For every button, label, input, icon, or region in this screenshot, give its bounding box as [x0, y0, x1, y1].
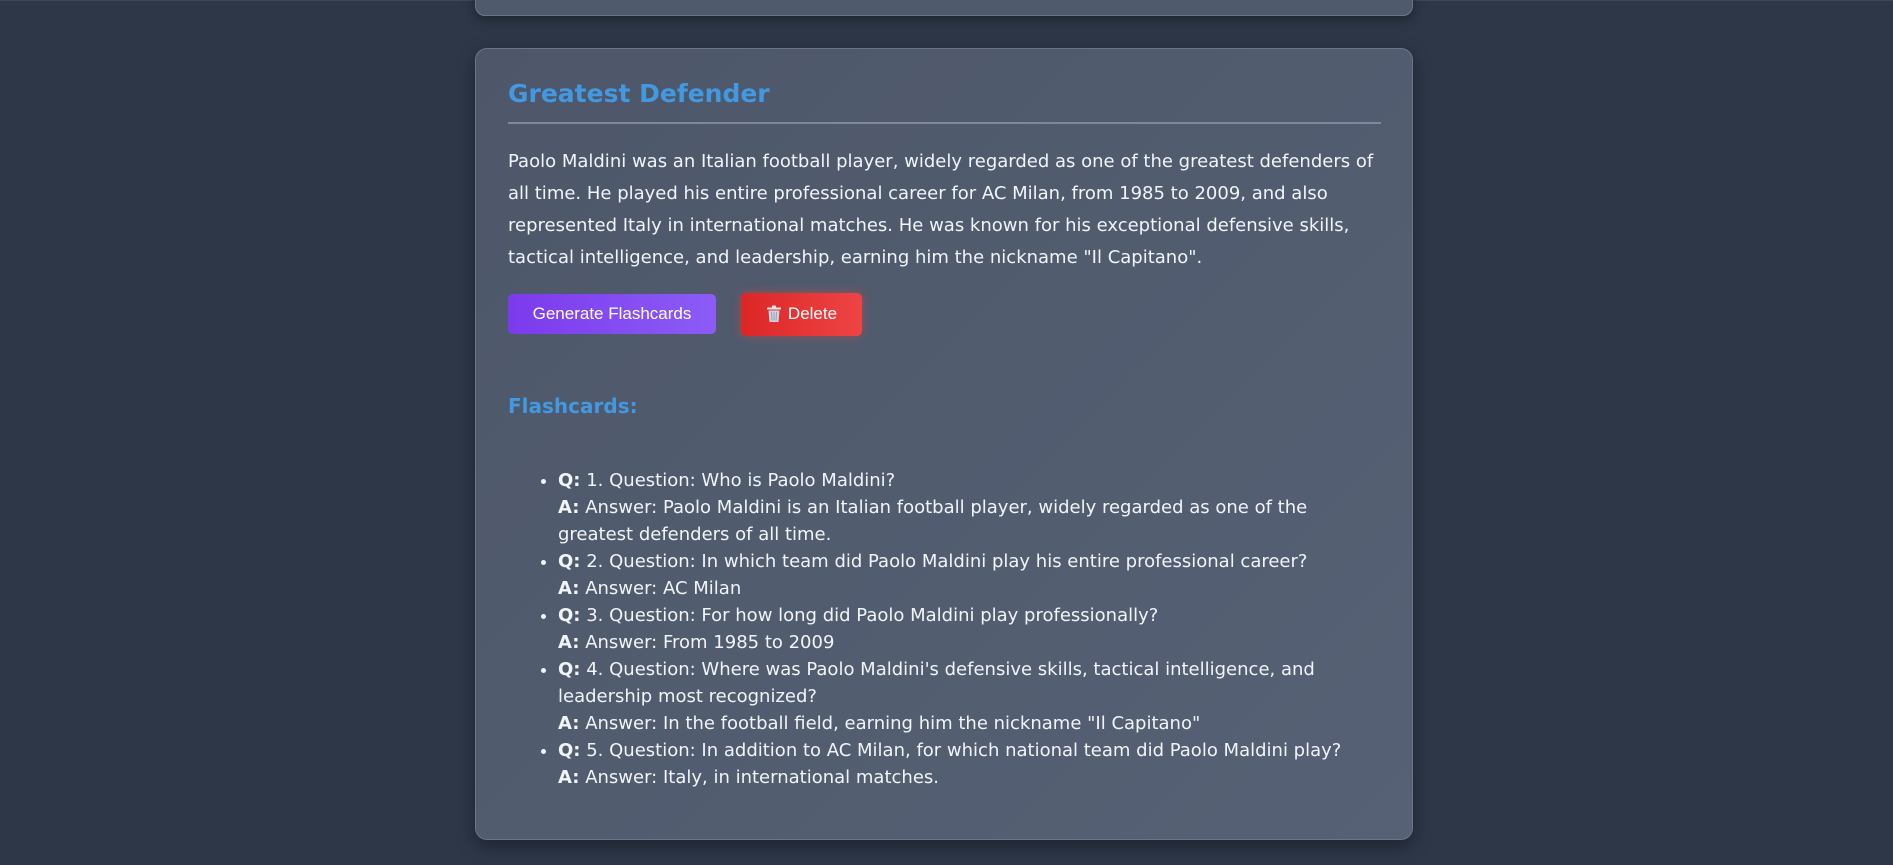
page: Greatest Defender Paolo Maldini was an I… — [0, 0, 1893, 865]
note-card: Greatest Defender Paolo Maldini was an I… — [475, 48, 1413, 840]
flashcard-item: Q: 3. Question: For how long did Paolo M… — [558, 602, 1381, 656]
delete-button[interactable]: Delete — [741, 292, 862, 336]
answer-label: A: — [558, 578, 580, 599]
generate-flashcards-label: Generate Flashcards — [532, 304, 692, 323]
question-label: Q: — [558, 740, 581, 761]
flashcard-question: 4. Question: Where was Paolo Maldini's d… — [558, 659, 1315, 707]
previous-note-card — [475, 0, 1413, 16]
delete-label: Delete — [787, 304, 838, 323]
flashcard-question: 5. Question: In addition to AC Milan, fo… — [586, 740, 1342, 761]
question-label: Q: — [558, 551, 581, 572]
flashcard-question: 2. Question: In which team did Paolo Mal… — [586, 551, 1308, 572]
generate-flashcards-button[interactable]: Generate Flashcards — [508, 294, 716, 334]
flashcard-question: 3. Question: For how long did Paolo Mald… — [586, 605, 1159, 626]
flashcard-item: Q: 2. Question: In which team did Paolo … — [558, 548, 1381, 602]
flashcard-answer: Answer: Paolo Maldini is an Italian foot… — [558, 497, 1308, 545]
question-label: Q: — [558, 605, 581, 626]
note-title: Greatest Defender — [508, 77, 1381, 124]
question-label: Q: — [558, 659, 581, 680]
flashcard-question: 1. Question: Who is Paolo Maldini? — [586, 470, 896, 491]
flashcard-item: Q: 5. Question: In addition to AC Milan,… — [558, 737, 1381, 791]
trash-icon — [766, 305, 781, 322]
flashcard-answer: Answer: In the football field, earning h… — [585, 713, 1201, 734]
flashcards-heading: Flashcards: — [508, 394, 638, 418]
answer-label: A: — [558, 713, 580, 734]
flashcard-answer: Answer: Italy, in international matches. — [585, 767, 939, 788]
question-label: Q: — [558, 470, 581, 491]
flashcard-list: Q: 1. Question: Who is Paolo Maldini? A:… — [508, 467, 1381, 791]
answer-label: A: — [558, 767, 580, 788]
flashcard-answer: Answer: AC Milan — [585, 578, 742, 599]
note-description: Paolo Maldini was an Italian football pl… — [508, 151, 1374, 268]
flashcard-item: Q: 1. Question: Who is Paolo Maldini? A:… — [558, 467, 1381, 548]
answer-label: A: — [558, 632, 580, 653]
answer-label: A: — [558, 497, 580, 518]
note-actions: Generate Flashcards Delete — [508, 292, 1381, 336]
flashcard-item: Q: 4. Question: Where was Paolo Maldini'… — [558, 656, 1381, 737]
flashcard-answer: Answer: From 1985 to 2009 — [585, 632, 835, 653]
